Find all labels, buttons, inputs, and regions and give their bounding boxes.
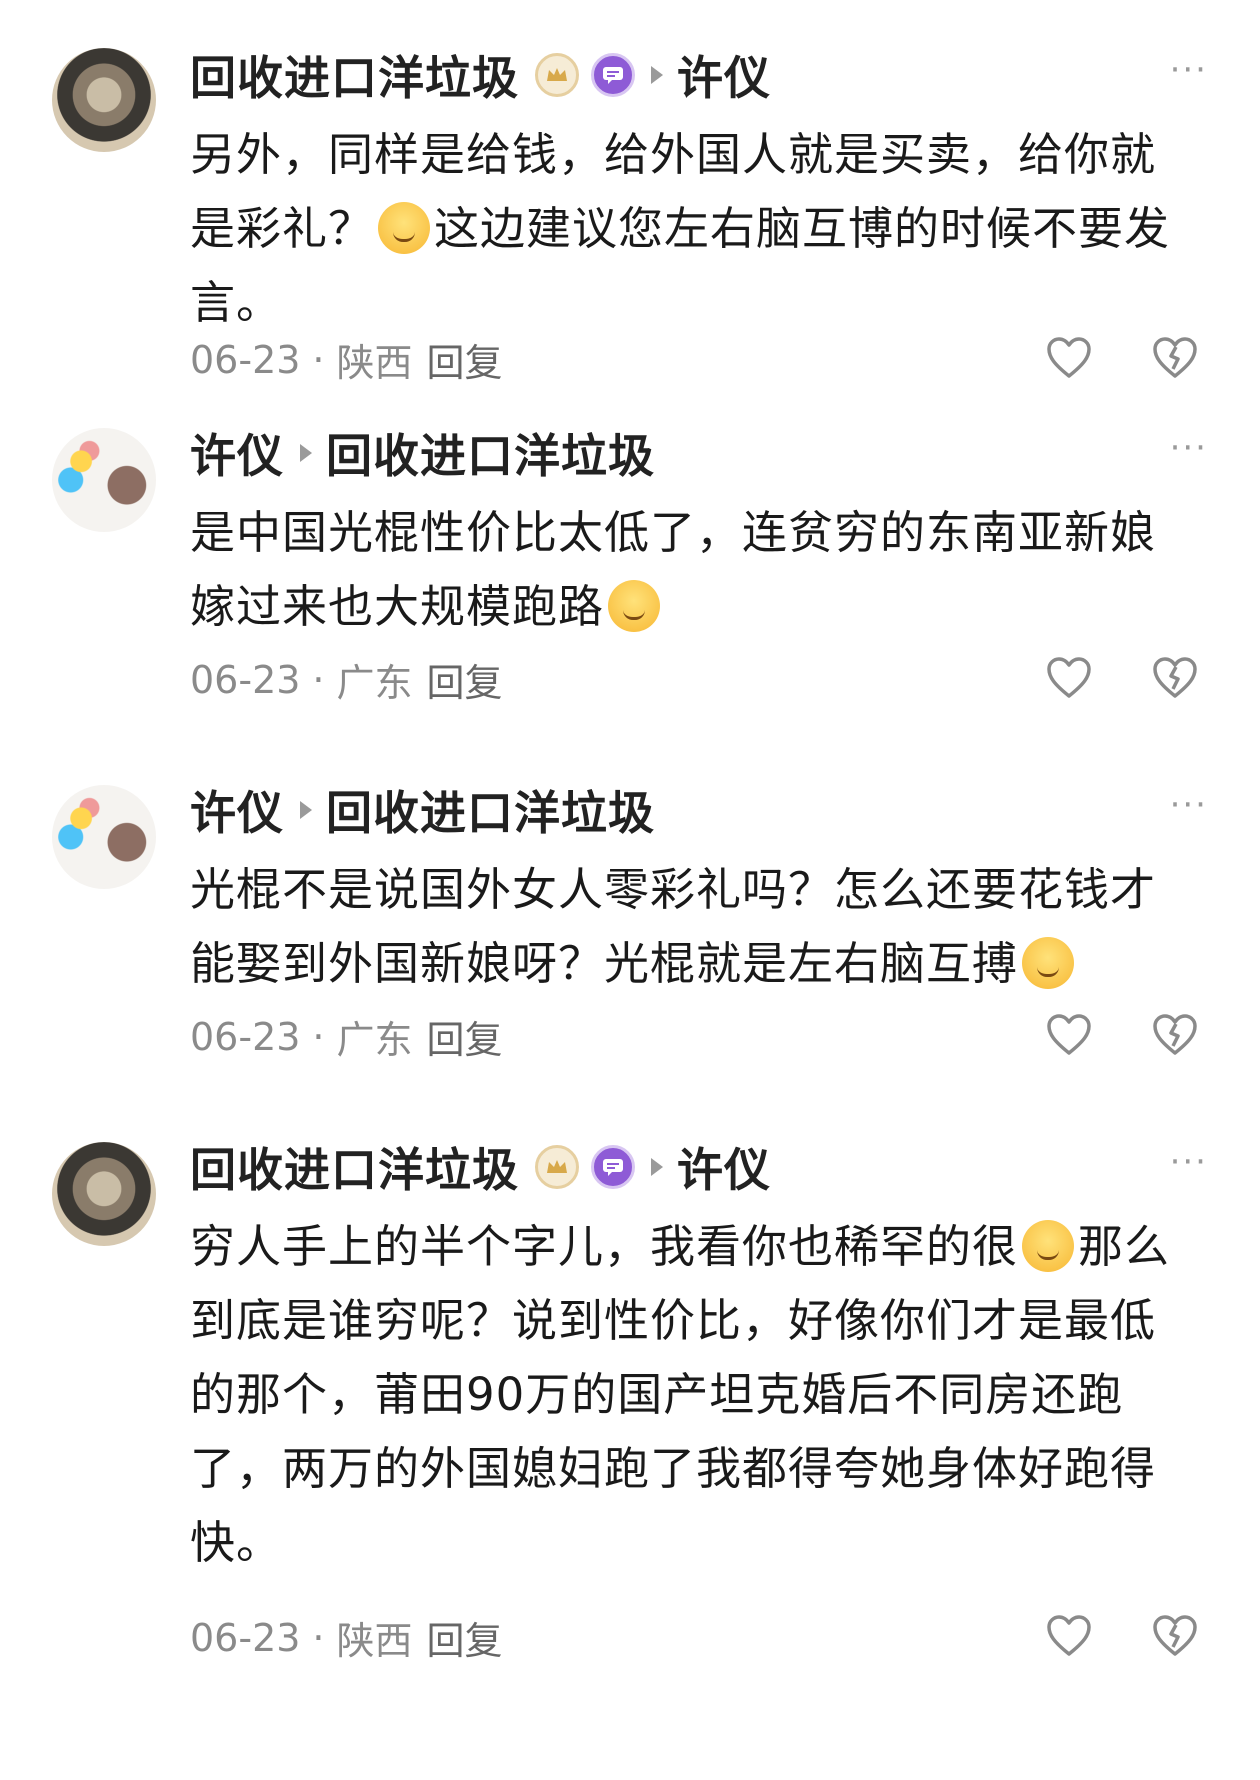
comment-meta: 06-23 · 广东 回复 (190, 652, 503, 707)
comment-text-part: 光棍不是说国外女人零彩礼吗？怎么还要花钱才能娶到外国新娘呀？光棍就是左右脑互搏 (190, 863, 1157, 990)
author-name[interactable]: 许仪 (190, 777, 284, 843)
reply-arrow-icon (651, 66, 663, 84)
reply-button[interactable]: 回复 (427, 652, 503, 707)
heart-icon[interactable] (1046, 1614, 1092, 1658)
emoji-icon (1022, 937, 1075, 989)
broken-heart-icon[interactable] (1152, 336, 1198, 380)
comment-date: 06-23 (190, 1014, 301, 1059)
reply-to-name[interactable]: 许仪 (677, 1134, 771, 1200)
reply-to-name[interactable]: 回收进口洋垃圾 (326, 420, 655, 486)
broken-heart-icon[interactable] (1152, 1614, 1198, 1658)
comment-date: 06-23 (190, 337, 301, 382)
more-dots-icon[interactable]: ··· (1170, 53, 1208, 87)
author-name[interactable]: 回收进口洋垃圾 (190, 42, 519, 108)
author-name[interactable]: 许仪 (190, 420, 284, 486)
comment-location: 陕西 (336, 1619, 413, 1663)
comment-text-part: 穷人手上的半个字儿，我看你也稀罕的很 (190, 1220, 1019, 1273)
comment-item: 回收进口洋垃圾 许仪 ··· 另外，同样是给钱，给外国人就是买卖，给你就是彩礼？… (0, 0, 1260, 400)
message-badge-icon (591, 1145, 635, 1189)
broken-heart-icon[interactable] (1152, 1013, 1198, 1057)
avatar[interactable] (52, 48, 156, 152)
heart-icon[interactable] (1046, 336, 1092, 380)
comment-item: 回收进口洋垃圾 许仪 ··· 穷人手上的半个字儿，我看你也稀罕的很 那么到底是谁穷… (0, 1114, 1260, 1780)
comment-meta: 06-23 · 陕西 回复 (190, 332, 503, 387)
heart-icon[interactable] (1046, 1013, 1092, 1057)
comment-text: 穷人手上的半个字儿，我看你也稀罕的很 那么到底是谁穷呢？说到性价比，好像你们才是最… (190, 1210, 1200, 1580)
avatar[interactable] (52, 428, 156, 532)
more-dots-icon[interactable]: ··· (1170, 788, 1208, 822)
separator-dot: · (312, 337, 325, 382)
comment-header: 回收进口洋垃圾 许仪 (190, 1132, 771, 1202)
comment-meta: 06-23 · 广东 回复 (190, 1009, 503, 1064)
separator-dot: · (312, 657, 325, 702)
reply-arrow-icon (300, 444, 312, 462)
reply-to-name[interactable]: 许仪 (677, 42, 771, 108)
comment-text: 另外，同样是给钱，给外国人就是买卖，给你就是彩礼？ 这边建议您左右脑互博的时候不要… (190, 118, 1200, 340)
comment-location: 广东 (336, 1018, 413, 1062)
broken-heart-icon[interactable] (1152, 656, 1198, 700)
comment-header: 许仪 回收进口洋垃圾 (190, 418, 655, 488)
comment-header: 许仪 回收进口洋垃圾 (190, 775, 655, 845)
comment-text-part: 是中国光棍性价比太低了，连贫穷的东南亚新娘嫁过来也大规模跑路 (190, 506, 1157, 633)
message-badge-icon (591, 53, 635, 97)
more-dots-icon[interactable]: ··· (1170, 1145, 1208, 1179)
comment-item: 许仪 回收进口洋垃圾 ··· 光棍不是说国外女人零彩礼吗？怎么还要花钱才能娶到外… (0, 757, 1260, 1114)
emoji-icon (378, 202, 431, 254)
separator-dot: · (312, 1014, 325, 1059)
comment-item: 许仪 回收进口洋垃圾 ··· 是中国光棍性价比太低了，连贫穷的东南亚新娘嫁过来也… (0, 400, 1260, 757)
reply-to-name[interactable]: 回收进口洋垃圾 (326, 777, 655, 843)
reply-button[interactable]: 回复 (427, 1610, 503, 1665)
reply-button[interactable]: 回复 (427, 332, 503, 387)
comment-date: 06-23 (190, 1615, 301, 1660)
separator-dot: · (312, 1615, 325, 1660)
reply-button[interactable]: 回复 (427, 1009, 503, 1064)
more-dots-icon[interactable]: ··· (1170, 431, 1208, 465)
reply-arrow-icon (651, 1158, 663, 1176)
comment-text: 是中国光棍性价比太低了，连贫穷的东南亚新娘嫁过来也大规模跑路 (190, 496, 1200, 644)
avatar[interactable] (52, 785, 156, 889)
comment-header: 回收进口洋垃圾 许仪 (190, 40, 771, 110)
crown-badge-icon (535, 1145, 579, 1189)
crown-badge-icon (535, 53, 579, 97)
emoji-icon (608, 580, 661, 632)
heart-icon[interactable] (1046, 656, 1092, 700)
comment-text: 光棍不是说国外女人零彩礼吗？怎么还要花钱才能娶到外国新娘呀？光棍就是左右脑互搏 (190, 853, 1200, 1001)
comment-location: 陕西 (336, 341, 413, 385)
avatar[interactable] (52, 1142, 156, 1246)
comment-meta: 06-23 · 陕西 回复 (190, 1610, 503, 1665)
author-name[interactable]: 回收进口洋垃圾 (190, 1134, 519, 1200)
comment-date: 06-23 (190, 657, 301, 702)
comment-location: 广东 (336, 661, 413, 705)
emoji-icon (1022, 1220, 1075, 1272)
reply-arrow-icon (300, 801, 312, 819)
